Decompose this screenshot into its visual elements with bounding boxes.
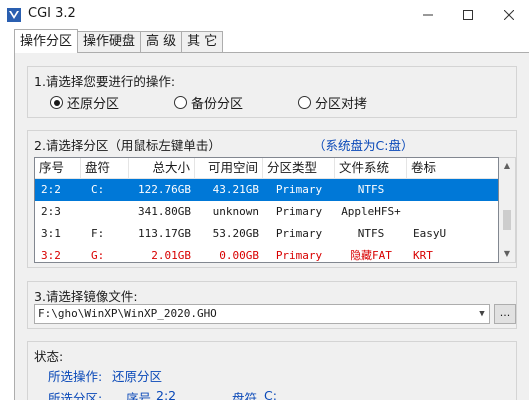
- tab-partition[interactable]: 操作分区: [14, 29, 79, 53]
- operation-label: 1.请选择您要进行的操作:: [34, 74, 176, 89]
- cell-free-space: 43.21GB: [212, 183, 259, 196]
- image-path-value: F:\gho\WinXP\WinXP_2020.GHO: [38, 307, 217, 320]
- radio-copy[interactable]: 分区对拷: [298, 93, 367, 112]
- close-icon: [504, 10, 514, 20]
- app-icon: [7, 8, 21, 22]
- radio-restore-label: 还原分区: [67, 97, 120, 112]
- selected-partition-index-value: 2:2: [156, 388, 177, 400]
- browse-button[interactable]: ...: [494, 304, 516, 324]
- cell-drive: C:: [91, 183, 105, 196]
- partition-list-header: 序号 盘符 总大小 可用空间 分区类型 文件系统 卷标: [35, 158, 498, 179]
- cell-free-space: 0.00GB: [219, 249, 259, 262]
- cell-volume-label: [407, 201, 498, 223]
- partition-row[interactable]: 3:2 G: 2.01GB 0.00GB Primary 隐藏FAT KRT: [35, 245, 498, 262]
- col-free-space[interactable]: 可用空间: [195, 158, 263, 179]
- cell-total-size: 2.01GB: [151, 249, 191, 262]
- cell-filesystem: NTFS: [357, 227, 385, 240]
- selected-partition-drive-value: C:: [264, 388, 277, 400]
- partition-list-scrollbar[interactable]: ▲ ▼: [499, 157, 516, 263]
- partition-row[interactable]: 2:2 C: 122.76GB 43.21GB Primary NTFS: [35, 179, 498, 201]
- partition-list[interactable]: 序号 盘符 总大小 可用空间 分区类型 文件系统 卷标 2:2 C: 122.7…: [34, 157, 499, 263]
- radio-copy-indicator[interactable]: [298, 96, 311, 109]
- col-index[interactable]: 序号: [35, 158, 81, 179]
- cell-partition-type: Primary: [275, 249, 323, 262]
- tab-other[interactable]: 其 它: [181, 31, 224, 53]
- col-filesystem[interactable]: 文件系统: [335, 158, 407, 179]
- status-label: 状态:: [34, 349, 64, 364]
- image-path-combo[interactable]: F:\gho\WinXP\WinXP_2020.GHO ▼: [34, 304, 490, 324]
- cell-partition-type: Primary: [275, 205, 323, 218]
- chevron-down-icon[interactable]: ▼: [475, 306, 489, 322]
- tab-panel: 1.请选择您要进行的操作: 还原分区 备份分区 分区对拷 2.请选择分区（用鼠标…: [14, 52, 529, 400]
- cell-drive: G:: [91, 249, 105, 262]
- maximize-icon: [463, 10, 473, 20]
- col-partition-type[interactable]: 分区类型: [263, 158, 335, 179]
- cell-index: 3:2: [41, 249, 61, 262]
- cell-partition-type: Primary: [275, 183, 323, 196]
- radio-restore-indicator[interactable]: [50, 96, 63, 109]
- scroll-up-icon[interactable]: ▲: [499, 158, 515, 174]
- cell-volume-label: KRT: [413, 249, 433, 262]
- window-title: CGI 3.2: [28, 6, 76, 21]
- partition-row[interactable]: 2:3 341.80GB unknown Primary AppleHFS+: [35, 201, 498, 223]
- selected-partition-index-label: 序号: [126, 391, 152, 400]
- maximize-button[interactable]: [448, 0, 488, 30]
- minimize-icon: [423, 14, 433, 16]
- selected-partition-drive-label: 盘符: [232, 391, 258, 400]
- cell-drive: [81, 201, 129, 223]
- radio-backup[interactable]: 备份分区: [174, 93, 243, 112]
- tab-disk[interactable]: 操作硬盘: [77, 31, 142, 53]
- status-group: 状态: 所选操作: 还原分区 所选分区: 序号 2:2 盘符 C:: [27, 341, 517, 400]
- partition-select-label: 2.请选择分区（用鼠标左键单击）: [34, 138, 221, 153]
- radio-copy-label: 分区对拷: [315, 97, 368, 112]
- cell-total-size: 113.17GB: [138, 227, 191, 240]
- partition-group: 2.请选择分区（用鼠标左键单击） （系统盘为C:盘） 序号 盘符 总大小 可用空…: [27, 130, 517, 268]
- cell-filesystem: AppleHFS+: [341, 205, 401, 218]
- cell-total-size: 122.76GB: [138, 183, 191, 196]
- cell-total-size: 341.80GB: [138, 205, 191, 218]
- scroll-thumb[interactable]: [503, 210, 511, 230]
- col-volume-label[interactable]: 卷标: [407, 158, 498, 179]
- scroll-down-icon[interactable]: ▼: [499, 246, 515, 262]
- title-bar: CGI 3.2: [0, 0, 529, 30]
- image-file-label: 3.请选择镜像文件:: [34, 289, 138, 304]
- cell-volume-label: [407, 179, 498, 201]
- radio-backup-indicator[interactable]: [174, 96, 187, 109]
- col-drive[interactable]: 盘符: [81, 158, 129, 179]
- partition-row[interactable]: 3:1 F: 113.17GB 53.20GB Primary NTFS Eas…: [35, 223, 498, 245]
- cell-index: 3:1: [41, 227, 61, 240]
- col-total-size[interactable]: 总大小: [129, 158, 195, 179]
- cell-drive: F:: [91, 227, 105, 240]
- cell-index: 2:2: [41, 183, 61, 196]
- cell-volume-label: EasyU: [413, 227, 447, 240]
- system-disk-note: （系统盘为C:盘）: [313, 138, 414, 153]
- radio-restore[interactable]: 还原分区: [50, 93, 119, 112]
- cell-filesystem: 隐藏FAT: [350, 249, 392, 262]
- cell-free-space: unknown: [212, 205, 259, 218]
- cell-index: 2:3: [41, 205, 61, 218]
- cell-filesystem: NTFS: [357, 183, 385, 196]
- tab-strip: 操作分区 操作硬盘 高 级 其 它: [14, 29, 224, 53]
- radio-backup-label: 备份分区: [191, 97, 244, 112]
- minimize-button[interactable]: [408, 0, 448, 30]
- close-button[interactable]: [489, 0, 529, 30]
- cell-partition-type: Primary: [275, 227, 323, 240]
- selected-partition-label: 所选分区:: [48, 391, 103, 400]
- cell-free-space: 53.20GB: [212, 227, 259, 240]
- tab-advanced[interactable]: 高 级: [140, 31, 183, 53]
- selected-operation-value: 还原分区: [112, 369, 163, 384]
- operation-group: 1.请选择您要进行的操作: 还原分区 备份分区 分区对拷: [27, 66, 517, 118]
- selected-operation-label: 所选操作:: [48, 369, 103, 384]
- image-file-group: 3.请选择镜像文件: F:\gho\WinXP\WinXP_2020.GHO ▼…: [27, 281, 517, 329]
